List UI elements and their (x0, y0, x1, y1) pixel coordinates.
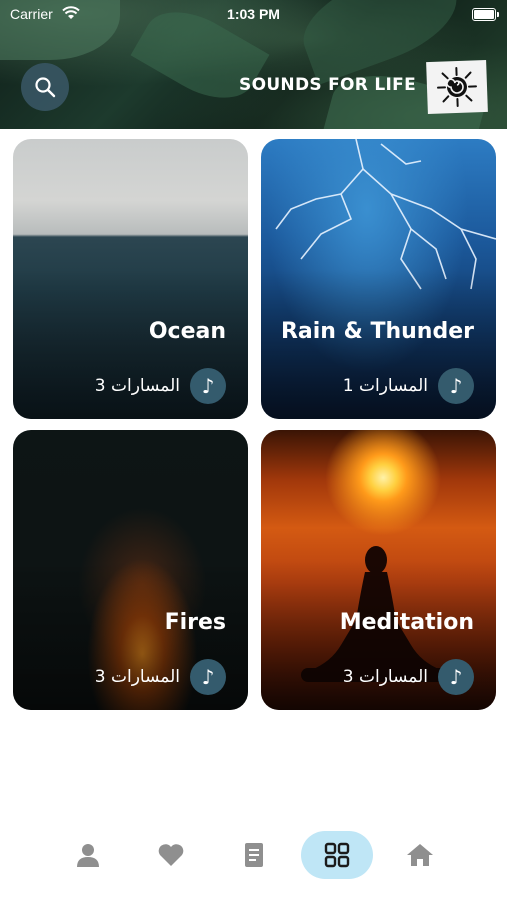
book-icon (245, 843, 263, 867)
category-card-meditation[interactable]: Meditation المسارات 3 ♪ (261, 430, 496, 710)
music-note-icon: ♪ (449, 665, 463, 689)
music-note-icon: ♪ (449, 374, 463, 398)
clock-time: 1:03 PM (227, 6, 280, 22)
card-title: Rain & Thunder (280, 319, 474, 344)
app-title: SOUNDS FOR LIFE (239, 75, 416, 95)
bottom-nav (0, 828, 507, 884)
music-note-icon: ♪ (201, 665, 215, 689)
category-card-ocean[interactable]: Ocean المسارات 3 ♪ (13, 139, 248, 419)
home-icon (407, 844, 433, 866)
music-note-button[interactable]: ♪ (190, 368, 226, 404)
profile-icon (77, 844, 99, 867)
nav-favorites[interactable] (151, 831, 191, 879)
track-count: المسارات 3 (94, 376, 180, 396)
track-count: المسارات 3 (342, 667, 428, 687)
card-title: Meditation (339, 610, 474, 635)
card-meta: المسارات 3 ♪ (95, 368, 226, 404)
category-card-fires[interactable]: Fires المسارات 3 ♪ (13, 430, 248, 710)
music-note-button[interactable]: ♪ (438, 659, 474, 695)
grid-icon (324, 842, 350, 868)
card-title: Fires (164, 610, 226, 635)
card-meta: المسارات 1 ♪ (343, 368, 474, 404)
track-count: المسارات 1 (342, 376, 428, 396)
header: Carrier 1:03 PM SOUNDS FOR LIFE (0, 0, 507, 129)
search-icon (35, 77, 56, 98)
card-title: Ocean (148, 319, 226, 344)
music-note-button[interactable]: ♪ (438, 368, 474, 404)
nav-home[interactable] (400, 831, 440, 879)
card-meta: المسارات 3 ♪ (95, 659, 226, 695)
nav-library[interactable] (234, 831, 274, 879)
music-note-button[interactable]: ♪ (190, 659, 226, 695)
category-card-rain-thunder[interactable]: Rain & Thunder المسارات 1 ♪ (261, 139, 496, 419)
spiral-logo-icon (437, 67, 477, 107)
card-meta: المسارات 3 ♪ (343, 659, 474, 695)
nav-profile[interactable] (68, 831, 108, 879)
status-bar: Carrier 1:03 PM (0, 6, 507, 24)
search-button[interactable] (21, 63, 69, 111)
track-count: المسارات 3 (94, 667, 180, 687)
music-note-icon: ♪ (201, 374, 215, 398)
heart-icon (158, 844, 184, 866)
nav-categories[interactable] (301, 831, 373, 879)
app-logo (426, 59, 488, 115)
battery-icon (472, 8, 499, 21)
